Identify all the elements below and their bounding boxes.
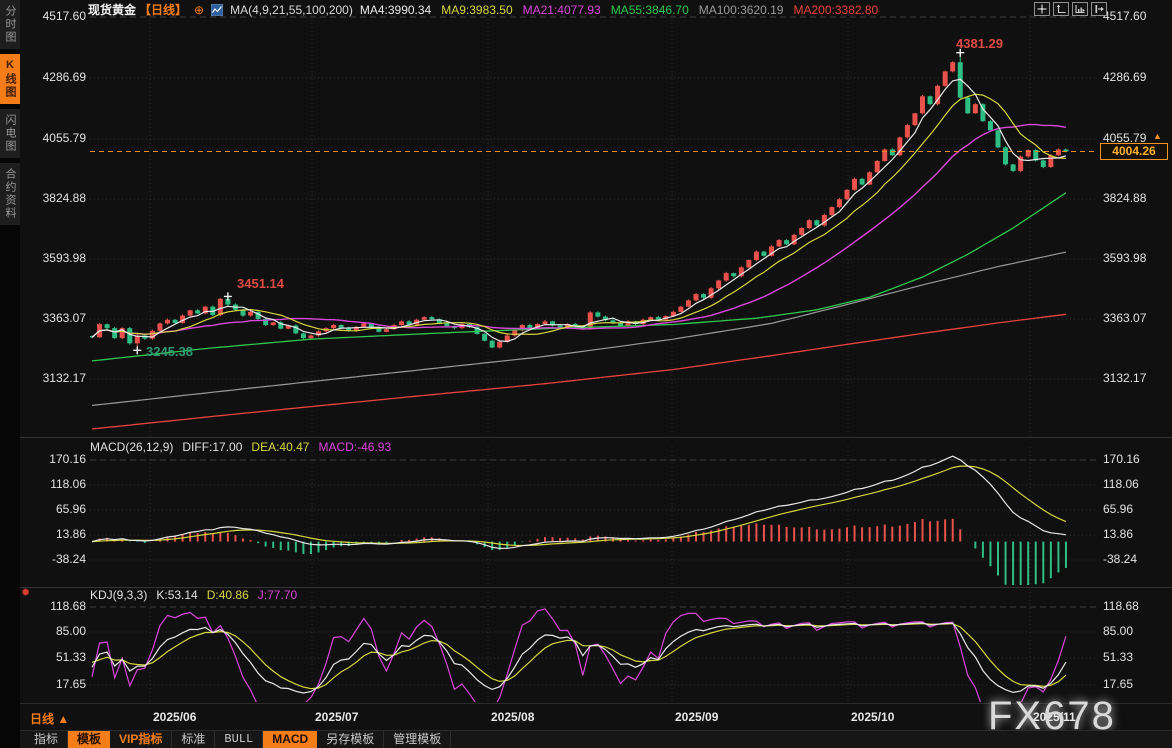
chart-window: 分时图 K线图闪电图合约资料 ✹ 现货黄金 【日线】 ⊕ MA(4,9,21,55… [0,0,1172,748]
ma-value-label: MA200:3382.80 [793,3,878,17]
axis-label: 13.86 [14,527,86,541]
macd-diff-value: DIFF:17.00 [182,440,242,454]
axis-label: 118.68 [1103,599,1169,613]
macd-value: MACD:-46.93 [318,440,391,454]
ma-value-label: MA100:3620.19 [699,3,784,17]
axis-label: 170.16 [14,452,86,466]
toolbar-item-模板[interactable]: 模板 [68,731,110,748]
extreme-cross-marker [224,292,232,300]
ma-settings-label: MA(4,9,21,55,100,200) [230,3,353,17]
axis-label: 51.33 [14,650,86,664]
axis-label: 3363.07 [1103,311,1169,325]
axis-label: 118.06 [1103,477,1169,491]
high-price-label: 4381.29 [956,36,1003,51]
toolbar-item-标准[interactable]: 标准 [172,731,215,748]
sidebar-tab-K线图[interactable]: K线图 [0,54,20,104]
y-axis-scale-icon[interactable] [1053,2,1069,16]
axis-label: 17.65 [14,677,86,691]
sidebar: 分时图 K线图闪电图合约资料 [0,0,20,748]
period-tag[interactable]: 【日线】 [139,1,187,18]
kdj-k-value: K:53.14 [156,588,197,602]
add-compare-icon[interactable]: ⊕ [194,3,204,17]
crosshair-icon[interactable] [1034,2,1050,16]
macd-title: MACD(26,12,9) [90,440,173,454]
axis-label: 85.00 [1103,624,1169,638]
ma-value-label: MA55:3846.70 [611,3,689,17]
axis-label: 4517.60 [14,9,86,23]
axis-label: 85.00 [14,624,86,638]
axis-label: 4286.69 [14,70,86,84]
bottom-toolbar: 指标模板VIP指标标准BULLMACD另存模板管理模板 [20,730,1172,748]
toolbar-item-指标[interactable]: 指标 [25,731,68,748]
ma-values: MA4:3990.34 MA9:3983.50 MA21:4077.93 MA55:3… [360,3,878,17]
axis-label: 3363.07 [14,311,86,325]
axis-label: 13.86 [1103,527,1169,541]
chart-header: 现货黄金 【日线】 ⊕ MA(4,9,21,55,100,200) MA4:39… [88,2,878,17]
axis-label: 17.65 [1103,677,1169,691]
toolbar-item-BULL[interactable]: BULL [215,731,263,748]
axis-label: 170.16 [1103,452,1169,466]
axis-label: 3593.98 [1103,251,1169,265]
sidebar-tab-分时图[interactable]: 分时图 [0,0,20,49]
ma-value-label: MA4:3990.34 [360,3,431,17]
high-price-label: 3451.14 [237,276,284,291]
date-label: 2025/10 [851,710,894,724]
price-marker-icon: ▲ [1153,131,1162,141]
axis-label: 3593.98 [14,251,86,265]
axis-label: 3132.17 [1103,371,1169,385]
axis-label: 118.68 [14,599,86,613]
last-price-tag[interactable]: 4004.26 [1100,143,1168,160]
axis-label: 65.96 [14,502,86,516]
macd-dea-value: DEA:40.47 [251,440,309,454]
ma200-line [92,314,1066,429]
extreme-cross-marker [133,346,141,354]
starburst-icon[interactable]: ✹ [21,586,30,599]
axis-label: 3824.88 [14,191,86,205]
axis-label: -38.24 [14,552,86,566]
kdj-j-value: J:77.70 [258,588,297,602]
chart-canvas[interactable] [0,0,1172,748]
date-label: 2025/09 [675,710,718,724]
axis-label: 118.06 [14,477,86,491]
macd-dea-line [92,466,1066,545]
kdj-d-line [92,624,1066,689]
symbol-name: 现货黄金 [88,1,136,18]
sidebar-tab-闪电图[interactable]: 闪电图 [0,109,20,158]
chevron-up-icon: ▲ [57,712,69,726]
kdj-header: KDJ(9,3,3) K:53.14 D:40.86 J:77.70 [90,588,306,602]
axis-label: 4286.69 [1103,70,1169,84]
axis-label: 4517.60 [1103,9,1169,23]
goto-latest-icon[interactable] [1091,2,1107,16]
axis-label: 4055.79 [14,131,86,145]
candlesticks [90,53,1069,351]
ma21-line [92,125,1066,338]
ma-value-label: MA21:4077.93 [523,3,601,17]
kdj-title: KDJ(9,3,3) [90,588,147,602]
axis-label: 3824.88 [1103,191,1169,205]
toolbar-item-管理模板[interactable]: 管理模板 [384,731,451,748]
kdj-d-value: D:40.86 [207,588,249,602]
axis-label: 65.96 [1103,502,1169,516]
date-label: 2025/07 [315,710,358,724]
period-selector[interactable]: 日线 ▲ [30,710,69,727]
axis-label: 3132.17 [14,371,86,385]
toolbar-item-MACD[interactable]: MACD [263,731,317,748]
ma9-line [92,94,1066,337]
macd-histogram [92,519,1066,591]
toolbar-item-VIP指标[interactable]: VIP指标 [110,731,172,748]
ma-value-label: MA9:3983.50 [441,3,512,17]
axis-label: -38.24 [1103,552,1169,566]
sidebar-tab-合约资料[interactable]: 合约资料 [0,163,20,225]
chart-tools [1034,2,1107,16]
x-axis-scale-icon[interactable] [1072,2,1088,16]
macd-header: MACD(26,12,9) DIFF:17.00 DEA:40.47 MACD:-46… [90,440,400,454]
date-label: 2025/06 [153,710,196,724]
chart-type-icon[interactable] [211,4,223,16]
date-label: 2025/08 [491,710,534,724]
low-price-label: 3245.38 [146,344,193,359]
toolbar-item-另存模板[interactable]: 另存模板 [317,731,384,748]
ma4-line [92,79,1066,341]
axis-label: 51.33 [1103,650,1169,664]
